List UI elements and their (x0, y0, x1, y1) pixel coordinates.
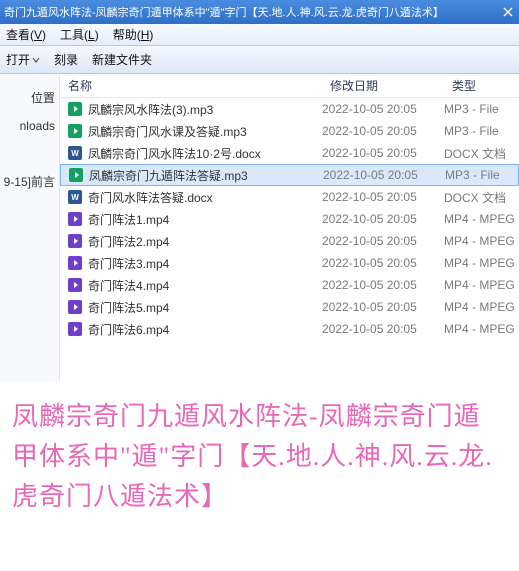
file-name: 奇门阵法6.mp4 (84, 321, 322, 338)
mp4-file-icon (66, 278, 84, 292)
file-date: 2022-10-05 20:05 (322, 212, 444, 226)
file-date: 2022-10-05 20:05 (322, 322, 444, 336)
docx-file-icon: W (66, 146, 84, 160)
sidebar: 位置 nloads 9-15]前言 (0, 74, 60, 381)
file-date: 2022-10-05 20:05 (322, 234, 444, 248)
file-date: 2022-10-05 20:05 (322, 300, 444, 314)
mp4-file-icon (66, 212, 84, 226)
file-name: 凤麟宗奇门风水阵法10·2号.docx (84, 145, 322, 162)
file-name: 奇门风水阵法答疑.docx (84, 189, 322, 206)
open-button[interactable]: 打开 (6, 51, 40, 68)
table-row[interactable]: 奇门阵法6.mp42022-10-05 20:05MP4 - MPEG (60, 318, 519, 340)
file-date: 2022-10-05 20:05 (322, 190, 444, 204)
file-type: MP4 - MPEG (444, 256, 519, 270)
table-row[interactable]: 奇门阵法1.mp42022-10-05 20:05MP4 - MPEG (60, 208, 519, 230)
file-type: DOCX 文档 (444, 145, 519, 162)
table-row[interactable]: 凤麟宗奇门九遁阵法答疑.mp32022-10-05 20:05MP3 - Fil… (60, 164, 519, 186)
table-row[interactable]: W奇门风水阵法答疑.docx2022-10-05 20:05DOCX 文档 (60, 186, 519, 208)
window-titlebar: 奇门九遁风水阵法-凤麟宗奇门遁甲体系中"遁"字门【天.地.人.神.风.云.龙.虎… (0, 0, 519, 24)
file-type: MP3 - File (444, 124, 519, 138)
file-date: 2022-10-05 20:05 (322, 146, 444, 160)
mp4-file-icon (66, 322, 84, 336)
menu-view[interactable]: 查看(V) (6, 26, 46, 43)
menubar: 查看(V) 工具(L) 帮助(H) (0, 24, 519, 46)
file-type: MP4 - MPEG (444, 322, 519, 336)
sidebar-item[interactable]: 位置 (0, 84, 55, 112)
menu-help[interactable]: 帮助(H) (113, 26, 154, 43)
file-type: MP3 - File (445, 168, 518, 182)
file-date: 2022-10-05 20:05 (322, 124, 444, 138)
mp4-file-icon (66, 234, 84, 248)
chevron-down-icon (32, 53, 40, 67)
mp3-file-icon (66, 124, 84, 138)
file-type: MP4 - MPEG (444, 278, 519, 292)
file-type: MP4 - MPEG (444, 234, 519, 248)
close-icon[interactable] (501, 5, 515, 19)
sidebar-item[interactable]: nloads (0, 112, 55, 140)
table-row[interactable]: 凤麟宗风水阵法(3).mp32022-10-05 20:05MP3 - File (60, 98, 519, 120)
window-title: 奇门九遁风水阵法-凤麟宗奇门遁甲体系中"遁"字门【天.地.人.神.风.云.龙.虎… (4, 4, 501, 20)
newfolder-button[interactable]: 新建文件夹 (92, 51, 152, 68)
file-list: 名称 修改日期 类型 凤麟宗风水阵法(3).mp32022-10-05 20:0… (60, 74, 519, 381)
file-name: 奇门阵法2.mp4 (84, 233, 322, 250)
column-header: 名称 修改日期 类型 (60, 74, 519, 98)
file-name: 奇门阵法1.mp4 (84, 211, 322, 228)
content-area: 位置 nloads 9-15]前言 名称 修改日期 类型 凤麟宗风水阵法(3).… (0, 74, 519, 381)
table-row[interactable]: 凤麟宗奇门风水课及答疑.mp32022-10-05 20:05MP3 - Fil… (60, 120, 519, 142)
file-type: MP3 - File (444, 102, 519, 116)
mp3-file-icon (66, 102, 84, 116)
file-name: 凤麟宗风水阵法(3).mp3 (84, 101, 322, 118)
file-name: 凤麟宗奇门九遁阵法答疑.mp3 (85, 167, 323, 184)
file-name: 凤麟宗奇门风水课及答疑.mp3 (84, 123, 322, 140)
table-row[interactable]: 奇门阵法3.mp42022-10-05 20:05MP4 - MPEG (60, 252, 519, 274)
column-type[interactable]: 类型 (444, 77, 519, 94)
mp4-file-icon (66, 300, 84, 314)
file-name: 奇门阵法5.mp4 (84, 299, 322, 316)
file-name: 奇门阵法4.mp4 (84, 277, 322, 294)
docx-file-icon: W (66, 190, 84, 204)
burn-button[interactable]: 刻录 (54, 51, 78, 68)
column-date[interactable]: 修改日期 (322, 77, 444, 94)
table-row[interactable]: W凤麟宗奇门风水阵法10·2号.docx2022-10-05 20:05DOCX… (60, 142, 519, 164)
table-row[interactable]: 奇门阵法4.mp42022-10-05 20:05MP4 - MPEG (60, 274, 519, 296)
file-date: 2022-10-05 20:05 (322, 278, 444, 292)
file-date: 2022-10-05 20:05 (323, 168, 445, 182)
file-date: 2022-10-05 20:05 (322, 256, 444, 270)
sidebar-item[interactable]: 9-15]前言 (0, 168, 55, 196)
mp3-file-icon (67, 168, 85, 182)
file-type: DOCX 文档 (444, 189, 519, 206)
file-type: MP4 - MPEG (444, 300, 519, 314)
caption-text: 凤麟宗奇门九遁风水阵法-凤麟宗奇门遁甲体系中"遁"字门【天.地.人.神.风.云.… (0, 381, 519, 517)
column-name[interactable]: 名称 (60, 77, 322, 94)
toolbar: 打开 刻录 新建文件夹 (0, 46, 519, 74)
mp4-file-icon (66, 256, 84, 270)
table-row[interactable]: 奇门阵法5.mp42022-10-05 20:05MP4 - MPEG (60, 296, 519, 318)
file-date: 2022-10-05 20:05 (322, 102, 444, 116)
table-row[interactable]: 奇门阵法2.mp42022-10-05 20:05MP4 - MPEG (60, 230, 519, 252)
menu-tools[interactable]: 工具(L) (60, 26, 99, 43)
file-type: MP4 - MPEG (444, 212, 519, 226)
file-name: 奇门阵法3.mp4 (84, 255, 322, 272)
